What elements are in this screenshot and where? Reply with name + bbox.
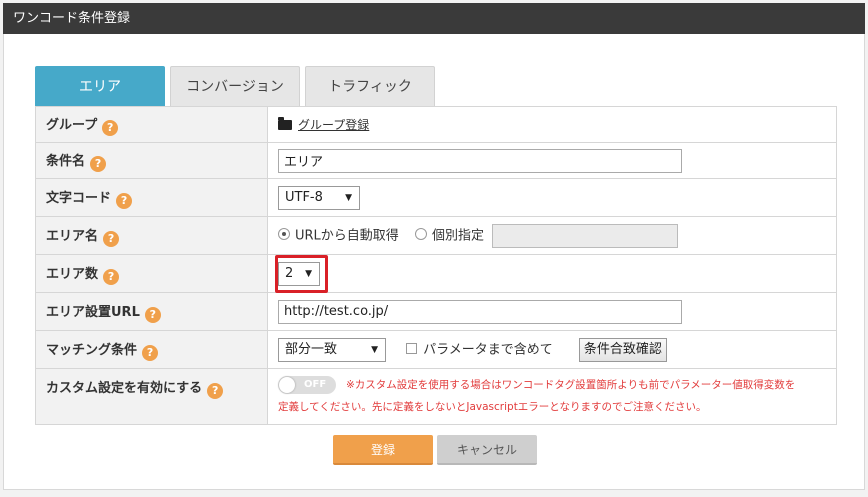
check-match-button[interactable]: 条件合致確認 — [578, 337, 667, 362]
charset-label: 文字コード — [46, 190, 112, 206]
tab-area[interactable]: エリア — [35, 66, 165, 106]
matching-label-cell: マッチング条件? — [35, 330, 268, 369]
area-name-label-cell: エリア名? — [35, 216, 268, 255]
help-icon[interactable]: ? — [207, 383, 224, 399]
row-condition-name: 条件名? — [35, 142, 837, 179]
row-custom: カスタム設定を有効にする? OFF ※カスタム設定を使用する場合はワンコードタグ設… — [35, 368, 837, 425]
area-url-label-cell: エリア設置URL? — [35, 292, 268, 331]
help-icon[interactable]: ? — [144, 306, 161, 323]
group-label-cell: グループ? — [35, 106, 268, 143]
charset-select[interactable]: UTF-8 ▼ — [278, 185, 360, 210]
area-name-label: エリア名 — [46, 228, 99, 244]
group-label: グループ — [46, 117, 98, 133]
row-matching: マッチング条件? 部分一致 ▼ パラメータまで含めて 条件合致確認 — [35, 330, 837, 369]
help-icon[interactable]: ? — [116, 192, 133, 209]
condition-name-input[interactable] — [278, 148, 682, 173]
matching-value: 部分一致 — [285, 341, 338, 357]
auto-radio[interactable] — [278, 228, 290, 240]
manual-area-input[interactable] — [492, 223, 679, 248]
row-charset: 文字コード? UTF-8 ▼ — [35, 178, 837, 217]
tab-traffic[interactable]: トラフィック — [305, 66, 435, 106]
condition-name-label: 条件名 — [46, 153, 86, 169]
custom-value-cell: OFF ※カスタム設定を使用する場合はワンコードタグ設置箇所よりも前でパラメーター… — [267, 368, 837, 425]
row-group: グループ? グループ登録 — [35, 106, 837, 143]
manual-radio[interactable] — [414, 228, 427, 240]
help-icon[interactable]: ? — [90, 155, 107, 172]
charset-value-cell: UTF-8 ▼ — [267, 178, 837, 217]
help-icon[interactable]: ? — [103, 268, 120, 285]
help-icon[interactable]: ? — [103, 230, 120, 247]
condition-name-value-cell — [267, 142, 837, 179]
area-url-input[interactable] — [278, 299, 682, 324]
condition-name-label-cell: 条件名? — [35, 142, 268, 179]
condition-form: グループ? グループ登録 条件名? 文字コード? UTF-8 ▼ エリア名? — [35, 106, 837, 425]
matching-label: マッチング条件 — [46, 342, 138, 358]
manual-radio-label: 個別指定 — [431, 228, 484, 243]
custom-warning-line1: OFF ※カスタム設定を使用する場合はワンコードタグ設置箇所よりも前でパラメーター… — [278, 374, 836, 396]
submit-button[interactable]: 登録 — [333, 435, 433, 465]
matching-select[interactable]: 部分一致 ▼ — [278, 337, 386, 362]
area-count-label-cell: エリア数? — [35, 254, 268, 293]
area-count-value-cell: 2 ▼ — [267, 254, 837, 293]
charset-label-cell: 文字コード? — [35, 178, 268, 217]
charset-value: UTF-8 — [285, 189, 323, 205]
group-register-link[interactable]: グループ登録 — [298, 118, 369, 132]
area-name-value-cell: URLから自動取得 個別指定 — [267, 216, 837, 255]
toggle-knob — [279, 376, 295, 393]
area-count-label: エリア数 — [46, 266, 99, 282]
custom-label: カスタム設定を有効にする — [46, 381, 203, 396]
cancel-button[interactable]: キャンセル — [437, 435, 537, 465]
custom-label-cell: カスタム設定を有効にする? — [35, 368, 268, 425]
help-icon[interactable]: ? — [142, 344, 159, 361]
include-params-checkbox[interactable] — [406, 343, 418, 354]
area-url-label: エリア設置URL — [46, 304, 140, 320]
tab-conversion[interactable]: コンバージョン — [170, 66, 300, 106]
toggle-label: OFF — [304, 378, 327, 390]
auto-radio-label: URLから自動取得 — [295, 228, 399, 243]
row-area-count: エリア数? 2 ▼ — [35, 254, 837, 293]
warning-text-2: 定義してください。先に定義をしないとJavascriptエラーとなりますのでご注… — [278, 400, 707, 413]
area-url-value-cell — [267, 292, 837, 331]
warning-text-1: ※カスタム設定を使用する場合はワンコードタグ設置箇所よりも前でパラメーター値取得… — [346, 378, 796, 391]
area-count-highlight — [275, 255, 328, 293]
custom-toggle[interactable]: OFF — [278, 375, 336, 394]
main-panel: エリア コンバージョン トラフィック グループ? グループ登録 条件名? 文字コ… — [3, 34, 865, 490]
caret-down-icon: ▼ — [345, 192, 352, 203]
row-area-name: エリア名? URLから自動取得 個別指定 — [35, 216, 837, 255]
group-value-cell: グループ登録 — [267, 106, 837, 143]
window-title: ワンコード条件登録 — [3, 3, 865, 34]
row-area-url: エリア設置URL? — [35, 292, 837, 331]
caret-down-icon: ▼ — [371, 344, 378, 355]
include-params-label: パラメータまで含めて — [423, 342, 553, 357]
help-icon[interactable]: ? — [102, 119, 119, 136]
matching-value-cell: 部分一致 ▼ パラメータまで含めて 条件合致確認 — [267, 330, 837, 369]
folder-icon — [278, 117, 292, 130]
